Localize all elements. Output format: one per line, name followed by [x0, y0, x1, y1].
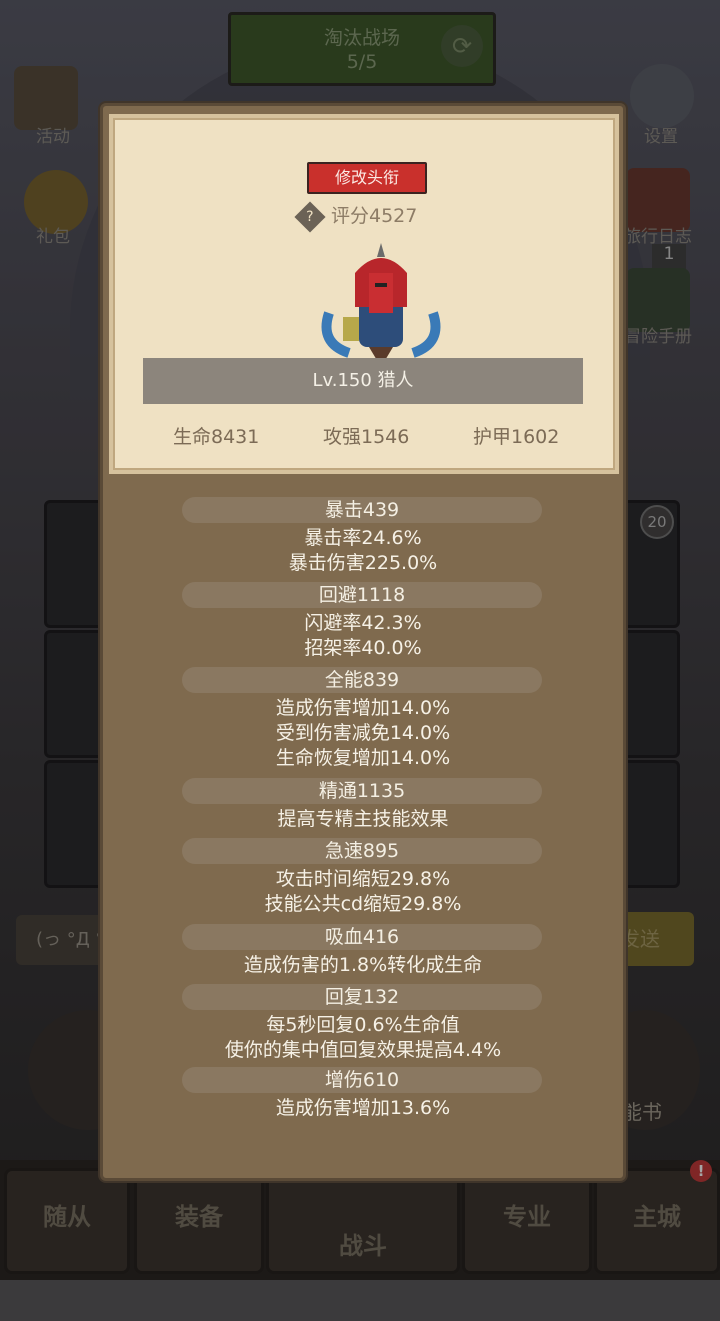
attr-line: 使你的集中值回复效果提高4.4% — [224, 1039, 502, 1061]
attr-line: 攻击时间缩短29.8% — [275, 868, 451, 890]
attr-header-crit: 暴击439 — [182, 497, 542, 523]
level-class-bar: Lv.150 猎人 — [143, 358, 583, 404]
hp-stat: 生命8431 — [173, 426, 260, 448]
change-title-button[interactable]: 修改头衔 — [307, 162, 427, 194]
score: ? 评分4527 — [294, 200, 418, 233]
attr-line: 生命恢复增加14.0% — [275, 747, 451, 769]
attr-header-damage-bonus: 增伤610 — [182, 1067, 542, 1093]
attr-header-avoid: 回避1118 — [182, 582, 542, 608]
attr-line: 造成伤害增加14.0% — [275, 697, 451, 719]
attr-header-haste: 急速895 — [182, 838, 542, 864]
attr-header-versatility: 全能839 — [182, 667, 542, 693]
attr-line: 受到伤害减免14.0% — [275, 722, 451, 744]
attr-line: 暴击率24.6% — [304, 527, 422, 549]
attack-stat: 攻强1546 — [323, 426, 410, 448]
attr-line: 招架率40.0% — [304, 637, 422, 659]
attr-line: 技能公共cd缩短29.8% — [264, 893, 462, 915]
attr-line: 提高专精主技能效果 — [277, 808, 449, 830]
armor-stat: 护甲1602 — [473, 426, 560, 448]
attr-line: 造成伤害增加13.6% — [275, 1097, 451, 1119]
attr-line: 造成伤害的1.8%转化成生命 — [243, 954, 483, 976]
character-panel: 修改头衔 ? 评分4527 Lv.150 猎人 生命8431 攻强1546 护甲1… — [100, 103, 626, 1181]
attr-line: 暴击伤害225.0% — [288, 552, 438, 574]
attr-header-mastery: 精通1135 — [182, 778, 542, 804]
attr-header-regen: 回复132 — [182, 984, 542, 1010]
hunter-avatar — [321, 243, 441, 367]
help-icon[interactable]: ? — [294, 200, 326, 233]
character-card: 修改头衔 ? 评分4527 Lv.150 猎人 生命8431 攻强1546 护甲1… — [109, 114, 619, 474]
attr-line: 每5秒回复0.6%生命值 — [266, 1014, 460, 1036]
score-label: 评分4527 — [331, 205, 418, 227]
attr-line: 闪避率42.3% — [304, 612, 422, 634]
attr-header-lifesteal: 吸血416 — [182, 924, 542, 950]
